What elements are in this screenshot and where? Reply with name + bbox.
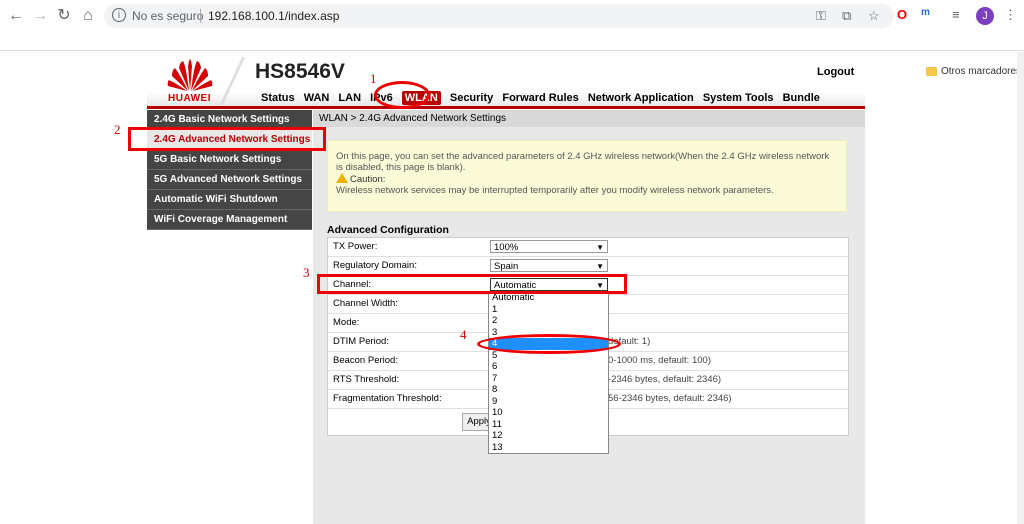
menu-forward-rules[interactable]: Forward Rules (502, 92, 578, 104)
annotation-number-1: 1 (370, 71, 377, 86)
channel-option[interactable]: 9 (489, 396, 608, 408)
header-accent-bar (147, 106, 865, 109)
channel-option[interactable]: 12 (489, 430, 608, 442)
sidebar-item-5g-advanced[interactable]: 5G Advanced Network Settings (147, 170, 312, 190)
regulatory-domain-label: Regulatory Domain: (333, 260, 417, 271)
brand-name: HUAWEI (168, 93, 211, 104)
channel-option[interactable]: 1 (489, 304, 608, 316)
tx-power-select[interactable]: 100% ▼ (490, 240, 608, 253)
translate-icon[interactable]: ⧉ (842, 8, 851, 24)
channel-width-label: Channel Width: (333, 298, 398, 309)
channel-option[interactable]: 2 (489, 315, 608, 327)
scrollbar[interactable] (1017, 52, 1024, 524)
annotation-ellipse-option (477, 334, 621, 354)
main-menu: Status WAN LAN IPv6 WLAN Security Forwar… (261, 91, 826, 105)
menu-network-application[interactable]: Network Application (588, 92, 694, 104)
sidebar-item-wifi-shutdown[interactable]: Automatic WiFi Shutdown (147, 190, 312, 210)
menu-lan[interactable]: LAN (338, 92, 361, 104)
annotation-number-4: 4 (460, 327, 467, 342)
channel-option[interactable]: 6 (489, 361, 608, 373)
star-icon[interactable]: ☆ (868, 8, 880, 24)
channel-option[interactable]: 10 (489, 407, 608, 419)
beacon-period-note: 0-1000 ms, default: 100) (608, 355, 711, 366)
omnibox-divider (200, 9, 201, 23)
breadcrumb: WLAN > 2.4G Advanced Network Settings (313, 110, 865, 127)
channel-dropdown-list[interactable]: Automatic 1 2 3 4 5 6 7 8 9 10 11 12 13 (488, 291, 609, 454)
sidebar: 2.4G Basic Network Settings 2.4G Advance… (147, 110, 312, 524)
info-notice: On this page, you can set the advanced p… (327, 140, 847, 212)
menu-icon[interactable]: ⋮ (1004, 7, 1017, 23)
reload-icon[interactable]: ↻ (54, 6, 74, 26)
key-icon[interactable]: ⚿ (816, 8, 826, 24)
avatar[interactable]: J (976, 7, 994, 25)
fragmentation-threshold-note: 56-2346 bytes, default: 2346) (608, 393, 732, 404)
back-icon[interactable]: ← (6, 6, 26, 26)
annotation-box-sidebar (128, 127, 326, 151)
bookmarks-folder-link[interactable]: Otros marcadores (941, 66, 1021, 77)
mode-label: Mode: (333, 317, 360, 328)
annotation-number-2: 2 (114, 122, 121, 137)
rts-threshold-label: RTS Threshold: (333, 374, 400, 385)
fragmentation-threshold-label: Fragmentation Threshold: (333, 393, 442, 404)
menu-security[interactable]: Security (450, 92, 493, 104)
annotation-box-channel (317, 274, 627, 294)
movistar-extension-icon[interactable]: m (921, 7, 930, 18)
sidebar-item-wifi-coverage[interactable]: WiFi Coverage Management (147, 210, 312, 230)
forward-icon[interactable]: → (30, 6, 50, 26)
annotation-ellipse-wlan (374, 81, 430, 109)
regulatory-domain-select[interactable]: Spain ▼ (490, 259, 608, 272)
rts-threshold-note: -2346 bytes, default: 2346) (608, 374, 722, 385)
annotation-number-3: 3 (303, 265, 310, 280)
folder-icon (926, 67, 937, 76)
header-divider (219, 57, 246, 105)
address-bar[interactable]: i No es seguro 192.168.100.1/index.asp ⚿… (104, 4, 894, 28)
caution-text: Wireless network services may be interru… (336, 185, 774, 196)
url-text[interactable]: 192.168.100.1/index.asp (208, 9, 339, 23)
model-name: HS8546V (255, 60, 345, 83)
logout-link[interactable]: Logout (817, 66, 854, 78)
channel-option[interactable]: 8 (489, 384, 608, 396)
channel-option[interactable]: 7 (489, 373, 608, 385)
tx-power-label: TX Power: (333, 241, 378, 252)
opera-extension-icon[interactable]: O (897, 7, 907, 22)
menu-wan[interactable]: WAN (304, 92, 330, 104)
chevron-down-icon: ▼ (596, 243, 604, 252)
menu-status[interactable]: Status (261, 92, 295, 104)
row-tx-power: TX Power: 100% ▼ (328, 238, 848, 257)
browser-toolbar: ← → ↻ ⌂ i No es seguro 192.168.100.1/ind… (0, 0, 1024, 32)
notice-text: On this page, you can set the advanced p… (336, 151, 830, 173)
dtim-period-label: DTIM Period: (333, 336, 389, 347)
caution-label: Caution: (350, 174, 386, 185)
menu-system-tools[interactable]: System Tools (703, 92, 774, 104)
channel-option[interactable]: 13 (489, 442, 608, 454)
info-icon[interactable]: i (112, 8, 126, 22)
router-header: HUAWEI HS8546V Logout Status WAN LAN IPv… (147, 52, 865, 106)
channel-option[interactable]: 11 (489, 419, 608, 431)
huawei-logo-icon (167, 59, 213, 91)
menu-bundle[interactable]: Bundle (783, 92, 820, 104)
warning-icon (336, 173, 348, 183)
sidebar-item-5g-basic[interactable]: 5G Basic Network Settings (147, 150, 312, 170)
bookmarks-bar: Otros marcadores (0, 32, 1024, 77)
chevron-down-icon: ▼ (596, 262, 604, 271)
playlist-icon[interactable]: ≡ (952, 7, 960, 22)
beacon-period-label: Beacon Period: (333, 355, 398, 366)
home-icon[interactable]: ⌂ (78, 6, 98, 26)
section-title: Advanced Configuration (327, 224, 449, 236)
security-label[interactable]: No es seguro (132, 9, 203, 23)
